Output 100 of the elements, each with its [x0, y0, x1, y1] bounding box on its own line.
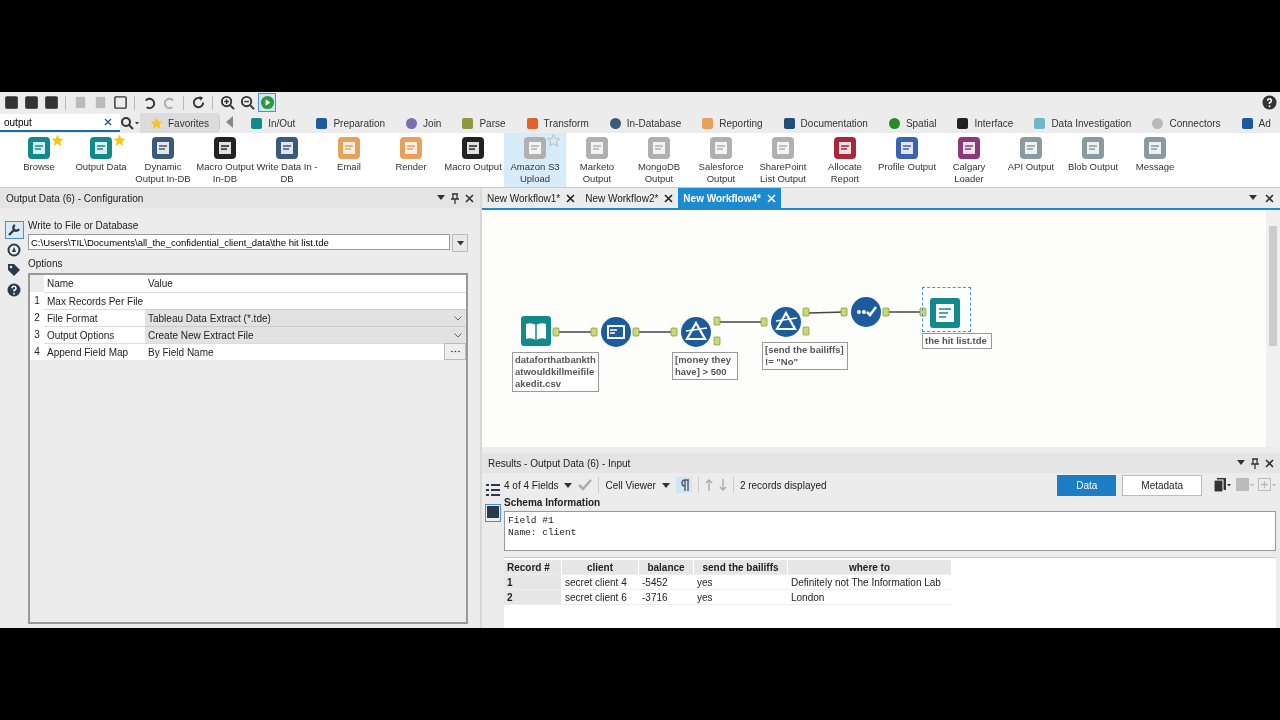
anchor-icon[interactable] [840, 307, 848, 317]
category-tab[interactable]: In/Out [240, 113, 306, 133]
tool-item[interactable]: Macro Output In-DB [194, 133, 256, 187]
zoom-out-icon[interactable] [239, 94, 255, 111]
checkmark-icon[interactable] [578, 479, 593, 491]
tool-item[interactable]: Browse [8, 133, 70, 187]
run-icon[interactable] [259, 94, 275, 111]
wrench-icon[interactable] [5, 222, 23, 238]
pin-icon[interactable] [1251, 457, 1259, 469]
category-tab[interactable]: Transform [515, 113, 599, 133]
anchor-icon[interactable] [552, 327, 560, 337]
tool-item[interactable]: Profile Output [876, 133, 938, 187]
category-tab[interactable]: Parse [451, 113, 516, 133]
help-icon[interactable] [1261, 94, 1277, 111]
tool-item[interactable]: Email [318, 133, 380, 187]
tool-label: Calgary Loader [951, 161, 987, 185]
book-icon[interactable] [521, 316, 551, 346]
pilcrow-icon[interactable] [675, 477, 692, 493]
tool-item[interactable]: Calgary Loader [938, 133, 1000, 187]
panel-title: Output Data (6) - Configuration [6, 192, 144, 204]
category-tab[interactable]: Spatial [877, 113, 947, 133]
category-tab[interactable]: Join [395, 113, 452, 133]
view-toggle[interactable]: Metadata [1122, 474, 1202, 496]
category-tab[interactable]: Preparation [305, 113, 396, 133]
category-tab[interactable]: Data Investigation [1023, 113, 1142, 133]
path-field[interactable]: C:\Users\TIL\Documents\all_the_confidential_client_data\the hit list.tde [28, 234, 450, 250]
cell-viewer-dropdown[interactable]: Cell Viewer [605, 479, 670, 491]
vertical-scrollbar[interactable] [1266, 210, 1280, 447]
category-tab[interactable]: Favorites [140, 113, 220, 133]
option-value[interactable]: By Field Name [145, 343, 444, 360]
option-name: Output Options [44, 326, 145, 343]
tool-item[interactable]: MongoDB Output [628, 133, 690, 187]
compass-icon[interactable] [5, 242, 23, 258]
anchor-icon[interactable] [919, 307, 927, 317]
tool-label: Message [1135, 161, 1175, 173]
star-icon[interactable] [113, 134, 126, 147]
tool-item[interactable]: Macro Output [442, 133, 504, 187]
dropdown-icon[interactable] [1249, 195, 1257, 201]
search-icon[interactable] [120, 116, 140, 130]
tool-item[interactable]: Marketo Output [566, 133, 628, 187]
chevron-icon [454, 315, 462, 321]
category-tab[interactable]: Connectors [1141, 113, 1231, 133]
tool-item[interactable]: Output Data [70, 133, 132, 187]
tool-item[interactable]: Write Data In -DB [256, 133, 318, 187]
dropdown-icon[interactable] [1237, 460, 1245, 466]
options-label: Options [28, 258, 64, 270]
workflow-tab[interactable]: New Workflow1* [482, 188, 581, 208]
anchor-icon[interactable] [632, 327, 640, 337]
view-toggle[interactable]: Data [1057, 474, 1117, 496]
option-dropdown[interactable]: Tableau Data Extract (*.tde) [145, 309, 466, 326]
pin-icon[interactable] [451, 192, 459, 204]
category-tab[interactable]: Ad [1230, 113, 1280, 133]
star-outline-icon[interactable] [547, 134, 560, 147]
row-number: 4 [30, 343, 44, 360]
search-box[interactable]: output [0, 114, 120, 132]
tool-label: Allocate Report [827, 161, 863, 185]
row-number: 3 [30, 326, 44, 343]
clear-icon[interactable] [104, 118, 112, 126]
tool-item[interactable]: Allocate Report [814, 133, 876, 187]
tool-item[interactable]: Amazon S3 Upload [504, 133, 566, 187]
close-icon[interactable] [1265, 458, 1274, 468]
zoom-in-icon[interactable] [219, 94, 235, 111]
tool-item[interactable]: Blob Output [1062, 133, 1124, 187]
close-icon[interactable] [465, 193, 474, 203]
caret-icon [564, 482, 573, 488]
workflow-tab[interactable]: New Workflow4* [678, 188, 781, 208]
star-icon[interactable] [51, 134, 64, 147]
anchor-icon[interactable] [670, 327, 678, 337]
tool-item[interactable]: Salesforce Output [690, 133, 752, 187]
tool-item[interactable]: Render [380, 133, 442, 187]
anchor-icon[interactable] [590, 327, 598, 337]
category-tab[interactable]: Interface [946, 113, 1024, 133]
option-name: File Format [44, 309, 145, 326]
tool-item[interactable]: Message [1124, 133, 1186, 187]
category-tab[interactable]: Reporting [691, 113, 773, 133]
option-dropdown[interactable]: Create New Extract File [145, 326, 466, 343]
tool-item[interactable]: Dynamic Output In-DB [132, 133, 194, 187]
document-icon[interactable] [930, 298, 960, 328]
window-icon[interactable] [601, 317, 631, 347]
checkmark-icon[interactable] [851, 297, 881, 327]
tool-item[interactable]: SharePoint List Output [752, 133, 814, 187]
tag-icon[interactable] [5, 262, 23, 278]
close-icon[interactable] [566, 193, 576, 203]
category-tab[interactable]: In-Database [598, 113, 692, 133]
category-tab[interactable]: Documentation [772, 113, 878, 133]
close-icon[interactable] [1265, 193, 1274, 203]
table-cell: London [788, 590, 952, 605]
dropdown-icon[interactable] [437, 195, 445, 201]
fields-dropdown[interactable]: 4 of 4 Fields [504, 479, 573, 491]
anchor-icon[interactable] [760, 317, 768, 327]
tool-item[interactable]: API Output [1000, 133, 1062, 187]
column-header: Record # [504, 560, 562, 575]
close-icon[interactable] [664, 193, 674, 203]
refresh-icon[interactable] [190, 94, 206, 111]
dropdown-button[interactable] [452, 234, 468, 252]
list-icon[interactable] [486, 483, 500, 499]
anchor-icon[interactable] [882, 307, 890, 317]
workflow-tab[interactable]: New Workflow2* [580, 188, 679, 208]
help-icon[interactable] [5, 282, 23, 298]
row-number: 1 [30, 292, 44, 309]
